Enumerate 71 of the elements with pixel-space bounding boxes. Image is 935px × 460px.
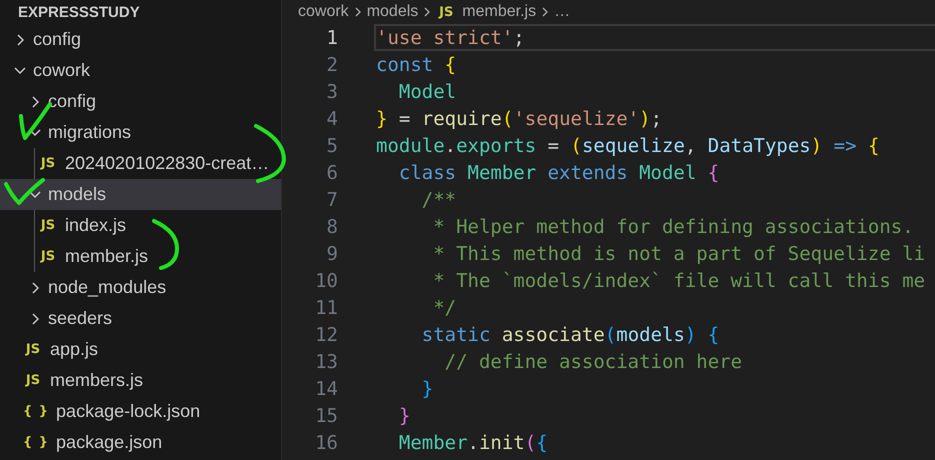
- check-mark: [4, 178, 45, 205]
- line-number: 12: [314, 324, 338, 346]
- chevron-right-icon: [32, 96, 38, 108]
- code-line: class Member extends Model {: [398, 160, 720, 186]
- line-number: 7: [326, 188, 338, 210]
- js-file-icon: JS: [38, 249, 58, 264]
- braces-icon: { }: [23, 404, 50, 419]
- code-line: */: [432, 296, 458, 320]
- code-line: 'use strict';: [374, 24, 935, 51]
- line-number: 5: [326, 134, 338, 156]
- line-number: 16: [314, 432, 338, 454]
- line-number: 8: [326, 216, 338, 238]
- code-line: }: [420, 376, 434, 402]
- chevron-right-icon: [32, 312, 38, 324]
- line-number: 11: [314, 296, 338, 318]
- explorer-title: EXPRESSSTUDY: [17, 2, 141, 22]
- file-item[interactable]: JS app.js: [0, 334, 281, 365]
- file-item[interactable]: { } package-lock.json: [0, 396, 281, 427]
- code-line: /**: [420, 188, 458, 212]
- code-line: module.exports = (sequelize, DataTypes) => {: [375, 134, 880, 158]
- file-item[interactable]: JS index.js: [0, 210, 281, 241]
- file-item[interactable]: { } package.json: [0, 427, 281, 458]
- chevron-down-icon: [29, 129, 41, 136]
- code-line: * Helper method for defining associations.: [432, 214, 915, 240]
- js-file-icon: JS: [23, 373, 43, 388]
- code-line: Model: [398, 80, 458, 104]
- code-line: } = require('sequelize');: [375, 106, 664, 132]
- js-file-icon: JS: [38, 218, 58, 233]
- chevron-down-icon: [14, 67, 26, 74]
- line-number: 15: [314, 404, 338, 426]
- file-item[interactable]: JS members.js: [0, 365, 281, 396]
- code-line: // define association here: [444, 350, 744, 374]
- code-line: Member.init({: [398, 430, 549, 456]
- code-line: }: [398, 404, 412, 428]
- code-line: static associate(models) {: [420, 322, 720, 348]
- breadcrumb-item[interactable]: models: [366, 3, 418, 21]
- line-number: 3: [326, 80, 338, 102]
- folder-item[interactable]: seeders: [0, 303, 281, 334]
- braces-icon: { }: [23, 435, 50, 450]
- bracket-mark: [152, 219, 179, 270]
- folder-item[interactable]: models: [0, 179, 281, 210]
- chevron-down-icon: [29, 191, 41, 198]
- file-item[interactable]: JS member.js: [0, 241, 281, 272]
- breadcrumb-item[interactable]: cowork: [298, 3, 349, 21]
- code-line: * The `models/index` file will call this me: [432, 268, 926, 294]
- chevron-right-icon: [32, 282, 38, 294]
- line-number: 9: [326, 242, 338, 264]
- code-line: * This method is not a part of Sequelize li: [432, 242, 926, 266]
- chevron-right-icon: [542, 7, 548, 17]
- folder-item[interactable]: config: [0, 24, 281, 55]
- line-number: 14: [314, 378, 338, 400]
- folder-item[interactable]: cowork: [0, 55, 281, 86]
- line-number: 13: [314, 350, 338, 372]
- js-file-icon: JS: [23, 342, 43, 357]
- chevron-right-icon: [354, 7, 361, 17]
- line-number: 6: [326, 162, 338, 184]
- breadcrumb-item[interactable]: …: [554, 3, 570, 21]
- js-file-icon: JS: [38, 156, 58, 171]
- line-number: 10: [314, 270, 338, 292]
- js-file-icon: JS: [436, 4, 456, 20]
- code-line: const {: [375, 52, 458, 78]
- folder-item[interactable]: migrations: [0, 117, 281, 148]
- folder-item[interactable]: config: [0, 86, 281, 117]
- line-number: 4: [326, 108, 338, 130]
- line-number: 2: [326, 54, 338, 76]
- line-number: 1: [326, 26, 338, 48]
- folder-item[interactable]: node_modules: [0, 272, 281, 303]
- chevron-right-icon: [424, 7, 430, 17]
- breadcrumb-item[interactable]: JS member.js: [436, 3, 536, 21]
- file-item[interactable]: JS 20240201022830-creat…: [0, 148, 281, 179]
- chevron-right-icon: [16, 34, 24, 46]
